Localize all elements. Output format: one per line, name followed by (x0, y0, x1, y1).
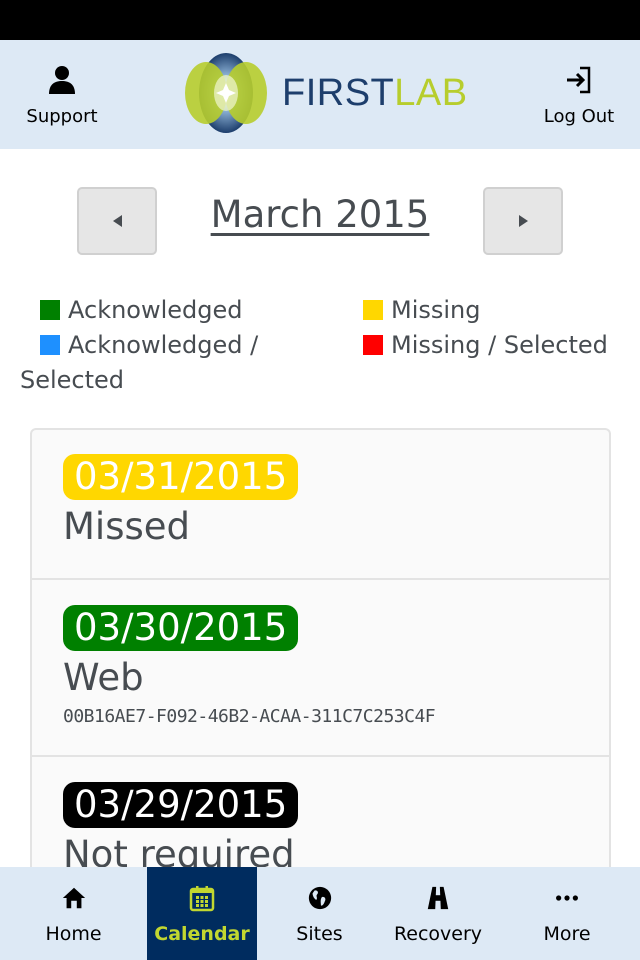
date-badge: 03/29/2015 (63, 782, 299, 828)
date-badge: 03/30/2015 (63, 605, 299, 651)
tab-label: Home (45, 923, 102, 945)
month-navigation: March 2015 (0, 187, 640, 255)
legend-item-acknowledged: Acknowledged (40, 293, 243, 328)
legend-item-acknowledged-selected: Acknowledged / Selected (20, 328, 310, 398)
calendar-icon (188, 884, 216, 912)
legend-swatch (40, 300, 60, 320)
tab-home[interactable]: Home (0, 867, 147, 960)
tab-label: Calendar (154, 923, 250, 945)
firstlab-logo: FIRSTLAB (184, 51, 468, 135)
logo-text: FIRSTLAB (282, 72, 468, 115)
tab-more[interactable]: More (494, 867, 640, 960)
entry-detail: 00B16AE7-F092-46B2-ACAA-311C7C253C4F (63, 706, 436, 727)
list-item[interactable]: 03/29/2015 Not required (32, 757, 609, 868)
user-icon (49, 66, 75, 94)
bottom-tab-bar: Home Calendar Sites Recovery More (0, 867, 640, 960)
next-month-button[interactable] (483, 187, 563, 255)
globe-icon (306, 884, 334, 912)
home-icon (60, 884, 88, 912)
tab-label: Recovery (393, 923, 483, 945)
app-header: Support FIRSTLAB Log Out (0, 40, 640, 149)
tab-label: Sites (296, 923, 343, 945)
entry-status: Not required (63, 833, 295, 868)
legend-label: Missing / Selected (391, 331, 608, 359)
triangle-right-icon (518, 215, 528, 227)
tab-label: More (543, 923, 591, 945)
legend-item-missing-selected: Missing / Selected (363, 328, 608, 363)
legend-swatch (363, 335, 383, 355)
tab-recovery[interactable]: Recovery (382, 867, 494, 960)
ellipsis-icon (553, 884, 581, 912)
support-label: Support (26, 106, 98, 127)
legend-swatch (363, 300, 383, 320)
tab-sites[interactable]: Sites (257, 867, 382, 960)
legend-swatch (40, 335, 60, 355)
logo-lab: LAB (394, 71, 468, 114)
logout-button[interactable]: Log Out (538, 64, 620, 128)
list-item[interactable]: 03/30/2015 Web 00B16AE7-F092-46B2-ACAA-3… (32, 580, 609, 757)
sign-in-icon (567, 66, 591, 94)
entry-status: Missed (63, 505, 191, 548)
logout-label: Log Out (543, 106, 615, 127)
logo-emblem-icon (185, 53, 267, 133)
road-icon (424, 884, 452, 912)
entry-status: Web (63, 656, 144, 699)
legend-item-missing: Missing (363, 293, 481, 328)
support-button[interactable]: Support (22, 64, 102, 128)
tab-calendar[interactable]: Calendar (147, 867, 257, 960)
logo-first: FIRST (282, 71, 395, 114)
legend-label: Acknowledged (68, 296, 243, 324)
status-bar (0, 0, 640, 40)
checkin-list[interactable]: 03/31/2015 Missed 03/30/2015 Web 00B16AE… (30, 428, 611, 868)
list-item[interactable]: 03/31/2015 Missed (32, 430, 609, 580)
date-badge: 03/31/2015 (63, 454, 299, 500)
legend-label: Missing (391, 296, 481, 324)
